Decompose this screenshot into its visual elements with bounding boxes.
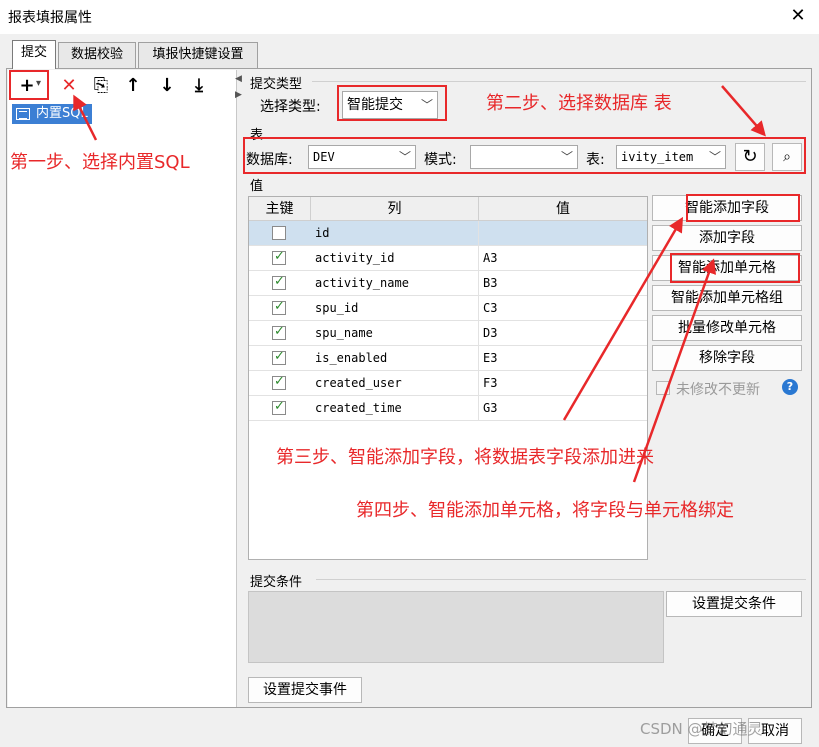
- database-value: DEV: [313, 150, 335, 164]
- primary-key-checkbox[interactable]: [272, 349, 286, 365]
- primary-key-checkbox[interactable]: [272, 274, 286, 290]
- column-cell: created_user: [311, 371, 479, 396]
- column-cell: is_enabled: [311, 346, 479, 371]
- primary-key-checkbox[interactable]: [272, 399, 286, 415]
- no-update-checkbox[interactable]: [656, 381, 670, 395]
- batch-modify-cell-button[interactable]: 批量修改单元格: [652, 315, 802, 341]
- chevron-down-icon: ﹀: [708, 150, 721, 164]
- tab-data-validation[interactable]: 数据校验: [58, 42, 136, 68]
- chevron-down-icon: ﹀: [398, 150, 411, 164]
- set-submit-event-button[interactable]: 设置提交事件: [248, 677, 362, 703]
- delete-icon[interactable]: ✕: [56, 72, 82, 100]
- remove-field-button[interactable]: 移除字段: [652, 345, 802, 371]
- primary-key-checkbox[interactable]: [272, 324, 286, 340]
- primary-key-checkbox[interactable]: [272, 374, 286, 390]
- table-select[interactable]: ivity_item ﹀: [616, 145, 726, 169]
- table-row[interactable]: activity_name B3: [249, 271, 647, 296]
- table-label: 表:: [586, 152, 605, 168]
- refresh-icon[interactable]: ↻: [735, 143, 765, 171]
- table-row[interactable]: created_time G3: [249, 396, 647, 421]
- table-row[interactable]: created_user F3: [249, 371, 647, 396]
- tab-shortcut-settings[interactable]: 填报快捷键设置: [138, 42, 258, 68]
- help-icon[interactable]: ?: [782, 379, 798, 395]
- copy-icon[interactable]: ⎘: [88, 72, 114, 100]
- move-down-icon[interactable]: ↓: [154, 72, 180, 100]
- move-up-icon[interactable]: ↑: [120, 72, 146, 100]
- collapse-left-icon[interactable]: ◀: [235, 74, 242, 84]
- set-submit-condition-button[interactable]: 设置提交条件: [666, 591, 802, 617]
- column-cell: created_time: [311, 396, 479, 421]
- value-cell: E3: [483, 351, 498, 365]
- no-update-label: 未修改不更新: [676, 382, 760, 398]
- tree-item-builtin-sql[interactable]: 内置SQL: [12, 104, 92, 124]
- value-cell: F3: [483, 376, 498, 390]
- value-section-label: 值: [250, 179, 264, 194]
- header-primary-key: 主键: [249, 197, 311, 221]
- step2-annotation: 第二步、选择数据库 表: [486, 93, 672, 114]
- value-cell: B3: [483, 276, 498, 290]
- header-column: 列: [311, 197, 479, 221]
- value-cell: G3: [483, 401, 498, 415]
- mode-select[interactable]: ﹀: [470, 145, 578, 169]
- tab-submit[interactable]: 提交: [12, 40, 56, 69]
- step4-highlight: [670, 253, 800, 283]
- expand-right-icon[interactable]: ▶: [235, 90, 242, 100]
- table-row[interactable]: spu_name D3: [249, 321, 647, 346]
- column-cell: spu_id: [311, 296, 479, 321]
- column-cell: id: [311, 221, 479, 246]
- move-bottom-icon[interactable]: ⤓: [186, 72, 212, 100]
- step3-annotation: 第三步、智能添加字段，将数据表字段添加进来: [276, 447, 654, 468]
- submit-condition-divider: [316, 579, 806, 580]
- submit-condition-section-label: 提交条件: [250, 575, 303, 590]
- step1-annotation: 第一步、选择内置SQL: [10, 152, 190, 173]
- table-row[interactable]: is_enabled E3: [249, 346, 647, 371]
- table-row[interactable]: spu_id C3: [249, 296, 647, 321]
- header-value: 值: [479, 197, 647, 221]
- select-type-label: 选择类型:: [260, 99, 321, 115]
- mode-label: 模式:: [424, 152, 457, 168]
- submit-type-section-label: 提交类型: [250, 77, 303, 92]
- column-cell: spu_name: [311, 321, 479, 346]
- chevron-down-icon: ﹀: [560, 150, 573, 164]
- search-table-icon[interactable]: ⌕: [772, 143, 802, 171]
- primary-key-checkbox[interactable]: [272, 226, 286, 240]
- primary-key-checkbox[interactable]: [272, 299, 286, 315]
- submit-condition-area: [248, 591, 664, 663]
- value-cell: C3: [483, 301, 498, 315]
- value-cell: D3: [483, 326, 498, 340]
- title-bar: [0, 0, 819, 34]
- primary-key-checkbox[interactable]: [272, 249, 286, 265]
- value-cell: A3: [483, 251, 498, 265]
- submit-type-divider: [312, 81, 806, 82]
- table-value: ivity_item: [621, 150, 694, 164]
- table-row[interactable]: activity_id A3: [249, 246, 647, 271]
- database-label: 数据库:: [246, 152, 293, 168]
- column-cell: activity_name: [311, 271, 479, 296]
- tree-item-label: 内置SQL: [36, 106, 88, 121]
- add-field-button[interactable]: 添加字段: [652, 225, 802, 251]
- step1-highlight: [9, 70, 49, 100]
- database-select[interactable]: DEV ﹀: [308, 145, 416, 169]
- watermark: CSDN @梦幻通灵: [640, 720, 763, 738]
- table-row[interactable]: id: [249, 221, 647, 246]
- value-cell: [479, 221, 647, 246]
- step4-annotation: 第四步、智能添加单元格，将字段与单元格绑定: [356, 500, 734, 521]
- database-icon: [16, 108, 30, 120]
- smart-add-cell-group-button[interactable]: 智能添加单元格组: [652, 285, 802, 311]
- column-cell: activity_id: [311, 246, 479, 271]
- step2-type-highlight: [337, 85, 447, 121]
- step3-highlight: [686, 194, 800, 222]
- close-button[interactable]: ✕: [788, 4, 808, 28]
- window-title: 报表填报属性: [8, 10, 92, 26]
